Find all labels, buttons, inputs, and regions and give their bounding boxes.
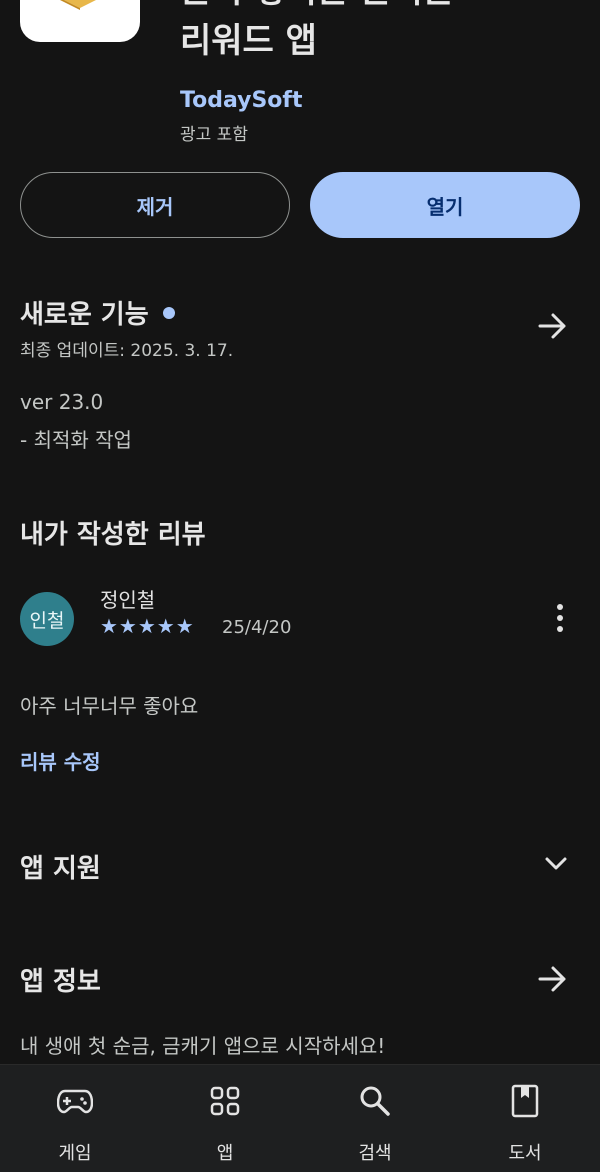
last-updated: 최종 업데이트: 2025. 3. 17. (20, 341, 234, 361)
update-note: - 최적화 작업 (20, 428, 132, 452)
gold-bars-icon (60, 0, 96, 10)
edit-review-link[interactable]: 리뷰 수정 (20, 746, 101, 775)
book-icon (511, 1084, 539, 1118)
nav-apps[interactable]: 앱 (170, 1081, 280, 1165)
avatar: 인철 (20, 592, 74, 646)
app-title: 돈이 쌓이는 손버는 리워드 앱 (180, 0, 580, 66)
more-options-icon[interactable] (548, 604, 572, 636)
review-text: 아주 너무너무 좋아요 (20, 694, 199, 718)
new-indicator-dot (162, 306, 175, 319)
app-title-line2: 리워드 앱 (180, 21, 317, 61)
whats-new-section[interactable]: 새로운 기능 (20, 294, 175, 331)
open-button[interactable]: 열기 (310, 172, 580, 238)
ads-note: 광고 포함 (180, 125, 248, 145)
nav-books[interactable]: 도서 (470, 1081, 580, 1165)
arrow-right-icon[interactable] (538, 965, 568, 993)
gamepad-icon (57, 1089, 93, 1114)
remove-button[interactable]: 제거 (20, 172, 290, 238)
chevron-down-icon[interactable] (544, 856, 568, 872)
developer-link[interactable]: TodaySoft (180, 88, 303, 113)
app-title-line1: 돈이 쌓이는 손버는 (180, 0, 580, 16)
nav-apps-label: 앱 (216, 1143, 234, 1164)
nav-books-label: 도서 (508, 1143, 542, 1164)
rating-stars: ★★★★★ (100, 614, 195, 638)
my-review-title: 내가 작성한 리뷰 (20, 520, 206, 550)
app-support-title[interactable]: 앱 지원 (20, 848, 101, 885)
nav-games-label: 게임 (58, 1143, 92, 1164)
nav-search-label: 검색 (358, 1143, 392, 1164)
version-text: ver 23.0 (20, 390, 104, 414)
search-icon (360, 1086, 390, 1116)
app-icon (20, 0, 140, 42)
whats-new-title: 새로운 기능 (20, 300, 149, 330)
reviewer-name: 정인철 (100, 588, 156, 612)
app-description: 내 생애 첫 순금, 금캐기 앱으로 시작하세요! (20, 1034, 386, 1058)
review-date: 25/4/20 (222, 617, 292, 638)
bottom-nav: 게임 앱 검색 도서 (0, 1064, 600, 1172)
nav-games[interactable]: 게임 (20, 1081, 130, 1165)
nav-search[interactable]: 검색 (320, 1081, 430, 1165)
arrow-right-icon[interactable] (538, 312, 568, 340)
app-info-title[interactable]: 앱 정보 (20, 961, 101, 998)
apps-grid-icon (210, 1086, 240, 1116)
